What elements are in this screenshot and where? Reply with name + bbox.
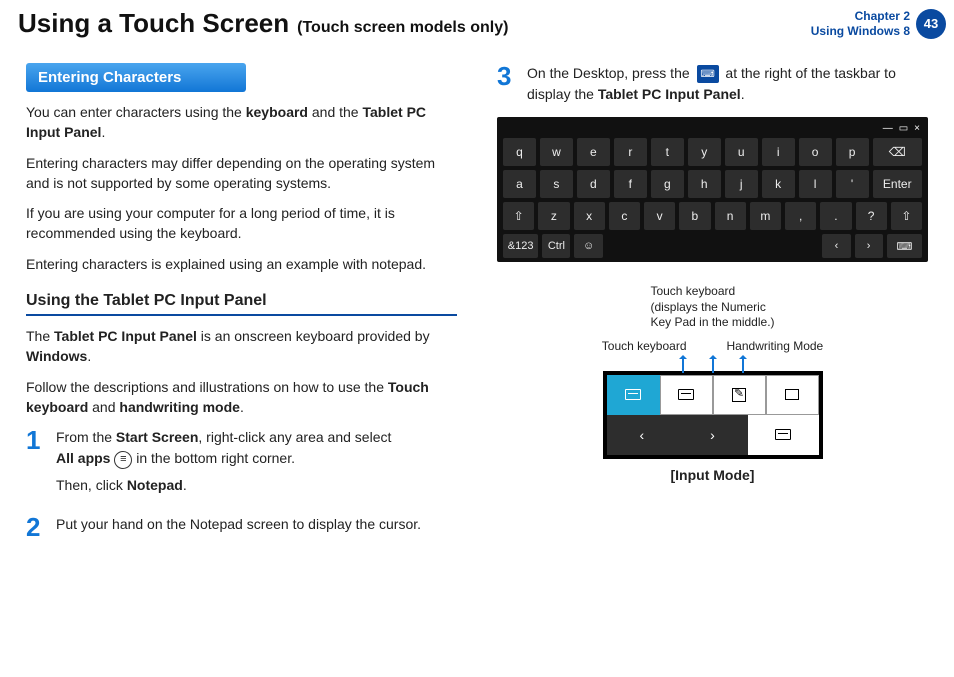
mode-touch-keyboard-icon[interactable] (607, 375, 660, 415)
chapter-line1: Chapter 2 (811, 9, 910, 23)
content-columns: Entering Characters You can enter charac… (0, 49, 954, 552)
mode-next-icon[interactable]: › (677, 415, 748, 455)
keyboard-window-controls: — ▭ × (503, 123, 922, 138)
page-number-badge: 43 (916, 9, 946, 39)
key-m[interactable]: m (750, 202, 781, 230)
key-right[interactable]: › (855, 234, 883, 258)
key-period[interactable]: . (820, 202, 851, 230)
mode-split-keyboard-icon[interactable] (660, 375, 713, 415)
para-1: You can enter characters using the keybo… (26, 102, 457, 143)
key-question[interactable]: ? (856, 202, 887, 230)
key-y[interactable]: y (688, 138, 721, 166)
step-3-body: On the Desktop, press the ⌨ at the right… (527, 63, 928, 105)
step-3: 3 On the Desktop, press the ⌨ at the rig… (497, 63, 928, 105)
key-e[interactable]: e (577, 138, 610, 166)
key-z[interactable]: z (538, 202, 569, 230)
key-numsym[interactable]: &123 (503, 234, 538, 258)
right-column: 3 On the Desktop, press the ⌨ at the rig… (497, 63, 928, 552)
para-3: If you are using your computer for a lon… (26, 203, 457, 244)
expand-icon: ▭ (899, 123, 908, 134)
para-5: The Tablet PC Input Panel is an onscreen… (26, 326, 457, 367)
key-space[interactable] (607, 234, 819, 258)
step-2: 2 Put your hand on the Notepad screen to… (26, 514, 457, 540)
step-1-body: From the Start Screen, right-click any a… (56, 427, 391, 502)
subheading: Using the Tablet PC Input Panel (26, 292, 457, 316)
page-header: Using a Touch Screen (Touch screen model… (0, 0, 954, 49)
para-2: Entering characters may differ depending… (26, 153, 457, 194)
key-shift-right[interactable]: ⇧ (891, 202, 922, 230)
para-6: Follow the descriptions and illustration… (26, 377, 457, 418)
key-r[interactable]: r (614, 138, 647, 166)
step-2-body: Put your hand on the Notepad screen to d… (56, 514, 421, 540)
minimize-icon: — (883, 123, 893, 134)
step-2-number: 2 (26, 514, 46, 540)
key-apostrophe[interactable]: ' (836, 170, 869, 198)
pointer-icon (682, 359, 684, 373)
page-subtitle: (Touch screen models only) (297, 19, 508, 37)
key-left[interactable]: ‹ (822, 234, 850, 258)
mode-dock-keyboard-icon[interactable] (748, 415, 819, 455)
key-q[interactable]: q (503, 138, 536, 166)
key-i[interactable]: i (762, 138, 795, 166)
key-w[interactable]: w (540, 138, 573, 166)
mode-handwriting-icon[interactable] (713, 375, 766, 415)
step-1-number: 1 (26, 427, 46, 502)
key-comma[interactable]: , (785, 202, 816, 230)
key-j[interactable]: j (725, 170, 758, 198)
key-shift-left[interactable]: ⇧ (503, 202, 534, 230)
key-backspace[interactable]: ⌫ (873, 138, 922, 166)
key-u[interactable]: u (725, 138, 758, 166)
key-g[interactable]: g (651, 170, 684, 198)
key-v[interactable]: v (644, 202, 675, 230)
mode-prev-icon[interactable]: ‹ (607, 415, 678, 455)
key-o[interactable]: o (799, 138, 832, 166)
chapter-line2: Using Windows 8 (811, 24, 910, 38)
label-touch-keyboard: Touch keyboard (602, 339, 687, 353)
mode-standard-keyboard-icon[interactable] (766, 375, 819, 415)
mode-row-bottom: ‹ › (607, 415, 819, 455)
key-s[interactable]: s (540, 170, 573, 198)
key-c[interactable]: c (609, 202, 640, 230)
pointer-icon (712, 359, 714, 373)
key-emoji[interactable]: ☺ (574, 234, 602, 258)
kbd-row-1: q w e r t y u i o p ⌫ (503, 138, 922, 166)
input-mode-panel: ‹ › (603, 371, 823, 459)
key-enter[interactable]: Enter (873, 170, 922, 198)
key-ctrl[interactable]: Ctrl (542, 234, 570, 258)
key-k[interactable]: k (762, 170, 795, 198)
key-layout[interactable]: ⌨ (887, 234, 922, 258)
key-b[interactable]: b (679, 202, 710, 230)
section-heading: Entering Characters (26, 63, 246, 92)
key-l[interactable]: l (799, 170, 832, 198)
keyboard-taskbar-icon: ⌨ (697, 65, 719, 83)
pointer-icon (742, 359, 744, 373)
key-f[interactable]: f (614, 170, 647, 198)
close-icon: × (914, 123, 920, 134)
key-n[interactable]: n (715, 202, 746, 230)
kbd-row-2: a s d f g h j k l ' Enter (503, 170, 922, 198)
page-title: Using a Touch Screen (18, 8, 289, 39)
onscreen-keyboard: — ▭ × q w e r t y u i o p ⌫ a s d f g h (497, 117, 928, 262)
mode-row-top (607, 375, 819, 415)
step-3-number: 3 (497, 63, 517, 105)
key-a[interactable]: a (503, 170, 536, 198)
kbd-row-4: &123 Ctrl ☺ ‹ › ⌨ (503, 234, 922, 258)
left-column: Entering Characters You can enter charac… (26, 63, 457, 552)
key-p[interactable]: p (836, 138, 869, 166)
key-h[interactable]: h (688, 170, 721, 198)
step-1: 1 From the Start Screen, right-click any… (26, 427, 457, 502)
input-mode-diagram: Touch keyboard (displays the Numeric Key… (497, 284, 928, 483)
key-d[interactable]: d (577, 170, 610, 198)
kbd-row-3: ⇧ z x c v b n m , . ? ⇧ (503, 202, 922, 230)
chapter-block: Chapter 2 Using Windows 8 43 (811, 9, 954, 39)
para-4: Entering characters is explained using a… (26, 254, 457, 274)
key-x[interactable]: x (574, 202, 605, 230)
input-mode-caption: [Input Mode] (671, 467, 755, 483)
title-block: Using a Touch Screen (Touch screen model… (18, 8, 508, 39)
label-touch-keyboard-numeric: Touch keyboard (displays the Numeric Key… (650, 284, 774, 331)
key-t[interactable]: t (651, 138, 684, 166)
chapter-text: Chapter 2 Using Windows 8 (811, 9, 916, 38)
all-apps-icon: ≡ (114, 451, 132, 469)
